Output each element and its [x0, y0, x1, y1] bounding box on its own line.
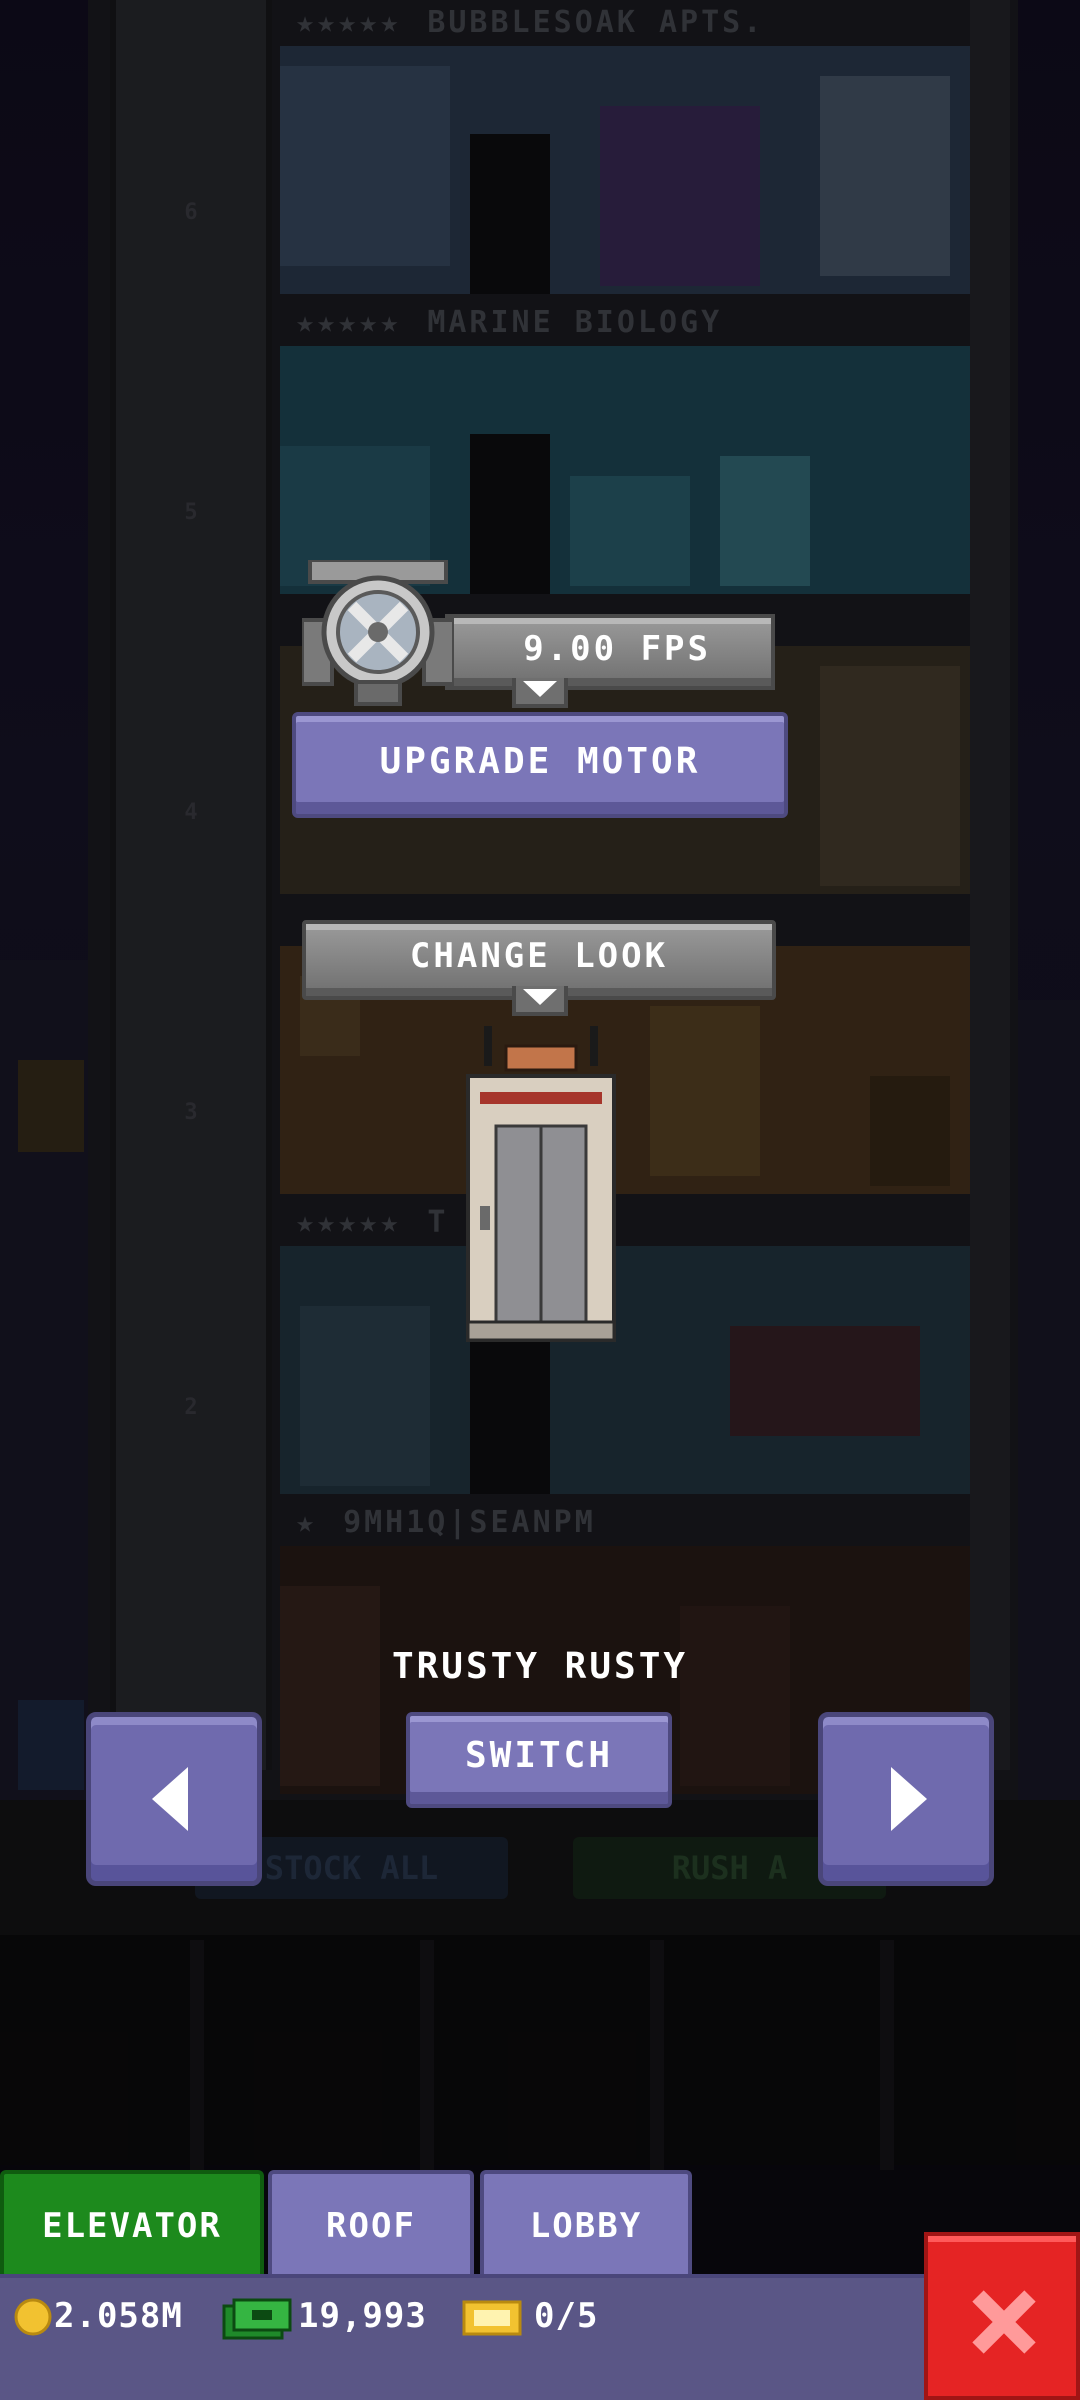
motor-icon [302, 560, 454, 706]
elevator-car-preview [466, 1026, 616, 1342]
motor-speed-display: 9.00 FPS [445, 614, 775, 690]
previous-skin-button[interactable] [86, 1712, 262, 1886]
elevator-skin-name: TRUSTY RUSTY [391, 1646, 689, 1687]
upgrade-motor-button[interactable]: UPGRADE MOTOR [292, 712, 788, 818]
ticket-icon [462, 2300, 522, 2336]
arrow-left-icon [152, 1767, 188, 1831]
close-button[interactable] [924, 2232, 1080, 2400]
coins-amount: 2.058M [54, 2296, 183, 2336]
coin-icon [14, 2298, 52, 2336]
switch-button[interactable]: SWITCH [406, 1712, 672, 1808]
pointer-arrow-icon [523, 989, 557, 1005]
next-skin-button[interactable] [818, 1712, 994, 1886]
tickets-count: 0/5 [534, 2296, 599, 2336]
arrow-right-icon [891, 1767, 927, 1831]
pointer-arrow-icon [523, 681, 557, 697]
bux-amount: 19,993 [298, 2296, 427, 2336]
tab-elevator[interactable]: ELEVATOR [0, 2170, 264, 2274]
tab-roof[interactable]: ROOF [268, 2170, 474, 2274]
tab-lobby[interactable]: LOBBY [480, 2170, 692, 2274]
bux-icon [222, 2298, 292, 2340]
close-x-icon [972, 2290, 1036, 2354]
